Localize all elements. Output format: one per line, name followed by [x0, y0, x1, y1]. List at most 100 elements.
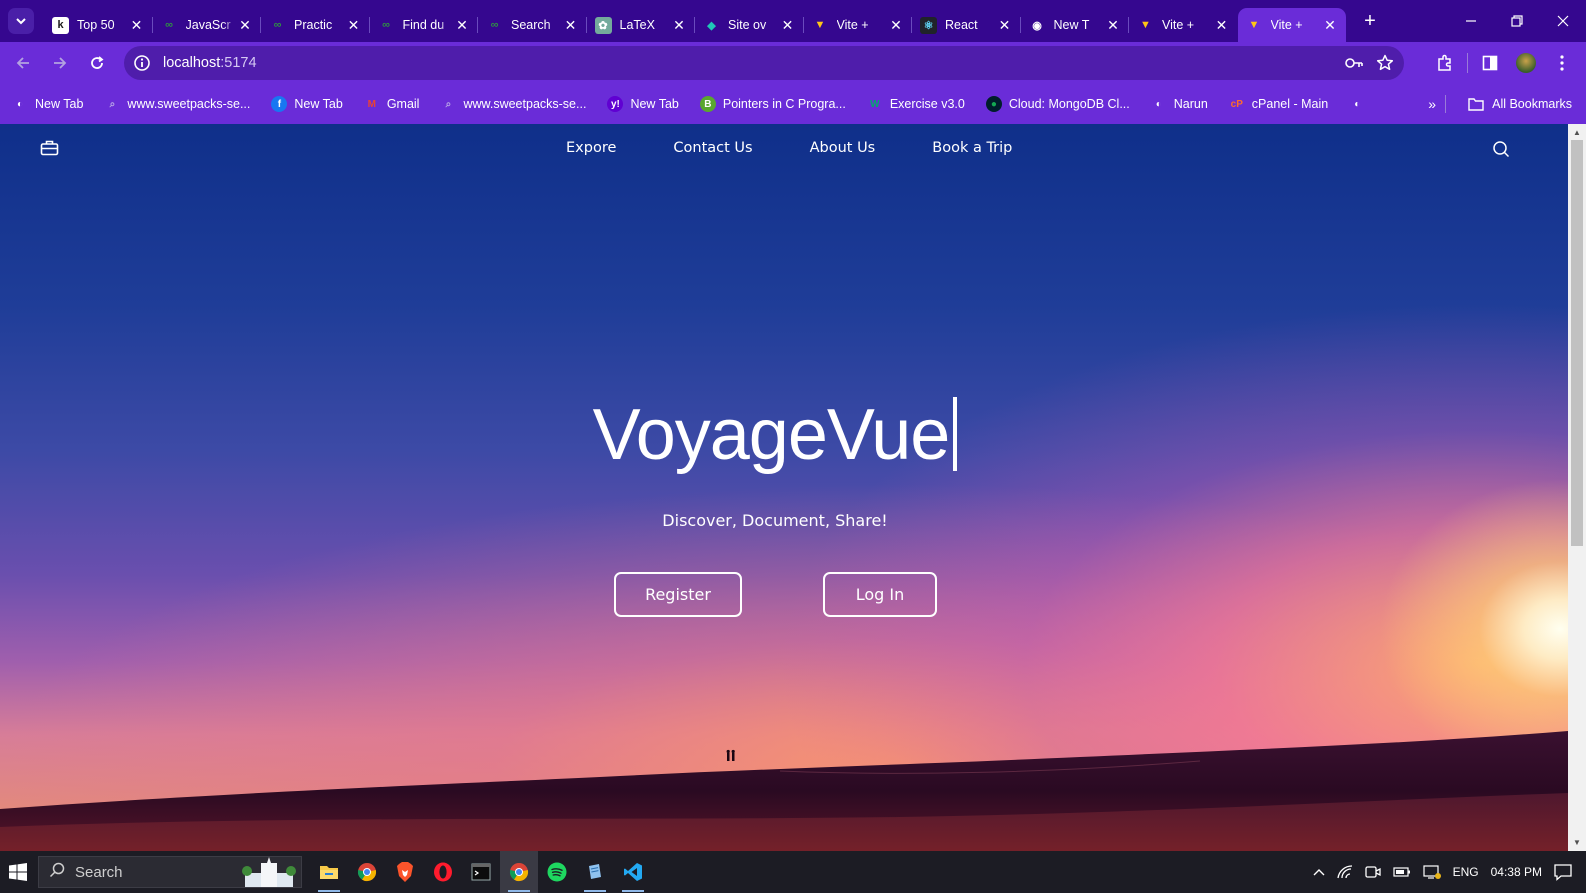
taskbar-chrome-active[interactable]	[500, 851, 538, 893]
tab-close-icon[interactable]: ✕	[997, 17, 1013, 33]
start-button[interactable]	[0, 851, 36, 893]
star-icon[interactable]	[1376, 54, 1394, 72]
browser-tab[interactable]: ⚛ React ✕	[912, 8, 1021, 42]
battery-icon[interactable]	[1393, 867, 1411, 877]
nav-book-a-trip[interactable]: Book a Trip	[932, 140, 1012, 156]
taskbar-brave[interactable]	[386, 851, 424, 893]
browser-tab[interactable]: k Top 50 ✕	[44, 8, 153, 42]
bookmark-item[interactable]: ◐ Narun	[1151, 96, 1208, 112]
all-bookmarks-label: All Bookmarks	[1492, 97, 1572, 111]
browser-tab[interactable]: ◉ New T ✕	[1021, 8, 1130, 42]
taskbar-notes[interactable]	[576, 851, 614, 893]
minimize-button[interactable]	[1448, 0, 1494, 42]
taskbar-search-box[interactable]: Search	[38, 856, 302, 888]
opera-icon	[434, 862, 452, 882]
taskbar-opera[interactable]	[424, 851, 462, 893]
taskbar-terminal[interactable]	[462, 851, 500, 893]
gfg-icon: ∞	[382, 19, 390, 31]
forward-button[interactable]	[43, 46, 77, 80]
taskbar-file-explorer[interactable]	[310, 851, 348, 893]
tab-close-icon[interactable]: ✕	[1214, 17, 1230, 33]
show-hidden-icons-chevron-up-icon[interactable]	[1313, 868, 1325, 876]
tab-close-icon[interactable]: ✕	[671, 17, 687, 33]
browser-tab[interactable]: ▼ Vite + ✕	[804, 8, 913, 42]
bookmark-item[interactable]: ◐ New Tab	[12, 96, 83, 112]
search-highlight-illustration	[242, 857, 296, 887]
network-status-icon[interactable]	[1423, 864, 1441, 880]
taskbar-spotify[interactable]	[538, 851, 576, 893]
tab-close-icon[interactable]: ✕	[454, 17, 470, 33]
scroll-up-arrow-icon[interactable]: ▲	[1573, 128, 1581, 137]
register-button[interactable]: Register	[614, 572, 742, 617]
key-icon[interactable]	[1344, 56, 1364, 70]
scroll-down-arrow-icon[interactable]: ▼	[1573, 838, 1581, 847]
tab-close-icon[interactable]: ✕	[1105, 17, 1121, 33]
tab-close-icon[interactable]: ✕	[888, 17, 904, 33]
tab-close-icon[interactable]: ✕	[129, 17, 145, 33]
tab-title: New T	[1053, 18, 1090, 32]
nav-explore[interactable]: Expore	[566, 140, 616, 156]
tab-close-icon[interactable]: ✕	[563, 17, 579, 33]
bookmarks-bar: ◐ New Tab ⌕ www.sweetpacks-se... f New Tab M Gm…	[0, 84, 1586, 124]
taskbar-chrome[interactable]	[348, 851, 386, 893]
wifi-icon[interactable]	[1336, 865, 1353, 879]
tab-close-icon[interactable]: ✕	[780, 17, 796, 33]
search-icon: ⌕	[109, 98, 116, 110]
tab-close-icon[interactable]: ✕	[1322, 17, 1338, 33]
side-panel-button[interactable]	[1472, 45, 1508, 81]
browser-tab[interactable]: ∞ JavaScr ✕	[153, 8, 262, 42]
briefcase-logo-icon[interactable]	[40, 139, 59, 159]
tab-title: JavaScr	[185, 18, 231, 32]
bookmark-item[interactable]: B Pointers in C Progra...	[699, 96, 846, 112]
browser-tab[interactable]: ∞ Find du ✕	[370, 8, 479, 42]
url-text[interactable]: localhost:5174	[163, 55, 257, 71]
bookmarks-overflow-button[interactable]: »	[1428, 96, 1436, 112]
all-bookmarks-button[interactable]: All Bookmarks	[1468, 84, 1572, 124]
scrollbar-thumb[interactable]	[1571, 140, 1583, 546]
browser-tab[interactable]: ∞ Practic ✕	[261, 8, 370, 42]
browser-tab[interactable]: ✿ LaTeX ✕	[587, 8, 696, 42]
address-bar[interactable]: localhost:5174	[124, 46, 1404, 80]
new-tab-button[interactable]: +	[1356, 7, 1384, 35]
bookmark-label: cPanel - Main	[1251, 97, 1329, 111]
close-window-button[interactable]	[1540, 0, 1586, 42]
browser-tab[interactable]: ◆ Site ov ✕	[695, 8, 804, 42]
extensions-button[interactable]	[1427, 45, 1463, 81]
browser-tab[interactable]: ∞ Search ✕	[478, 8, 587, 42]
language-indicator[interactable]: ENG	[1453, 865, 1479, 879]
profile-button[interactable]	[1508, 45, 1544, 81]
restore-button[interactable]	[1494, 0, 1540, 42]
tab-search-button[interactable]	[8, 8, 34, 34]
bookmark-item[interactable]: cP cPanel - Main	[1229, 96, 1329, 112]
bookmark-item[interactable]: ● Cloud: MongoDB Cl...	[985, 96, 1130, 112]
clock[interactable]: 04:38 PM	[1491, 865, 1542, 879]
people-silhouette	[726, 749, 735, 761]
login-button[interactable]: Log In	[823, 572, 937, 617]
reload-button[interactable]	[80, 46, 114, 80]
tab-close-icon[interactable]: ✕	[346, 17, 362, 33]
notification-center-icon[interactable]	[1554, 863, 1572, 881]
restore-icon	[1511, 15, 1523, 27]
bookmark-item[interactable]: y! New Tab	[607, 96, 679, 112]
gfg-icon: ∞	[273, 19, 282, 31]
browser-tab[interactable]: ▼ Vite + ✕	[1237, 8, 1346, 42]
bookmark-item[interactable]: W Exercise v3.0	[867, 96, 965, 112]
tab-close-icon[interactable]: ✕	[237, 17, 253, 33]
site-info-button[interactable]	[127, 48, 157, 78]
menu-button[interactable]	[1544, 45, 1580, 81]
nav-contact-us[interactable]: Contact Us	[673, 140, 752, 156]
page-scrollbar[interactable]: ▲ ▼	[1568, 124, 1586, 851]
back-button[interactable]	[6, 46, 40, 80]
bookmark-item[interactable]: ⌕ www.sweetpacks-se...	[440, 96, 587, 112]
nav-about-us[interactable]: About Us	[810, 140, 876, 156]
taskbar-vscode[interactable]	[614, 851, 652, 893]
bookmark-item[interactable]: ⌕ www.sweetpacks-se...	[104, 96, 251, 112]
meet-now-icon[interactable]	[1364, 865, 1381, 879]
bookmark-item[interactable]: f New Tab	[271, 96, 343, 112]
browser-tab[interactable]: ▼ Vite + ✕	[1129, 8, 1238, 42]
search-icon[interactable]	[1492, 140, 1510, 161]
bookmark-item[interactable]: ◐	[1349, 96, 1372, 112]
bookmark-item[interactable]: M Gmail	[364, 96, 420, 112]
toolbar-divider	[1467, 53, 1468, 73]
hero-subtitle: Discover, Document, Share!	[662, 511, 888, 530]
